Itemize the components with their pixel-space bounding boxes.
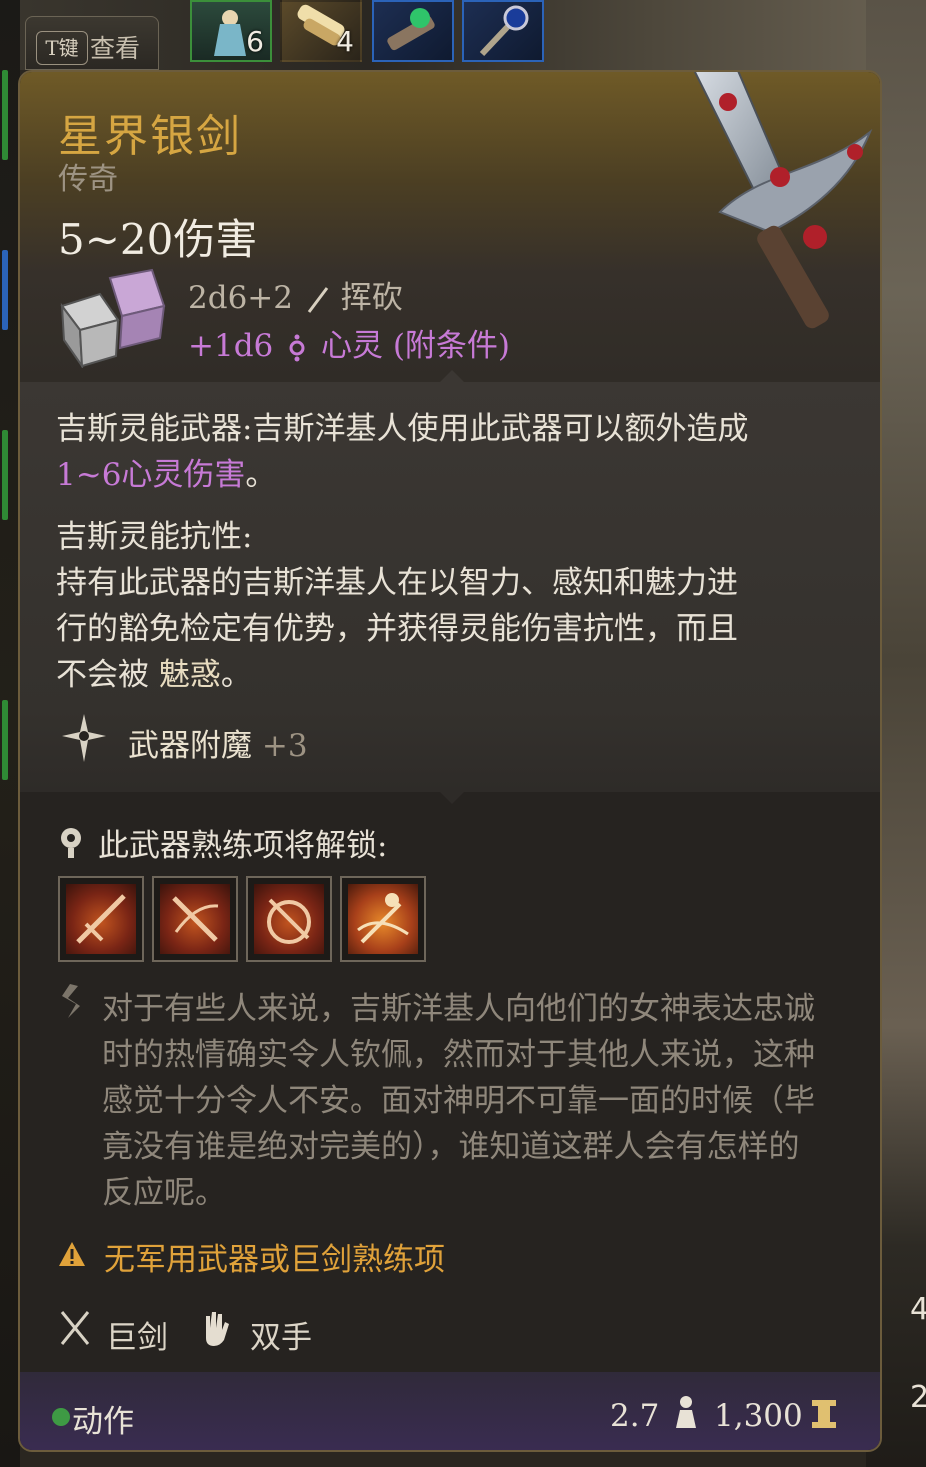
skill-cleave-icon xyxy=(267,898,311,944)
toggle-view-label: 查看 xyxy=(90,34,141,63)
proficiency-warning: 无军用武器或巨剑熟练项 xyxy=(104,1242,445,1278)
left-panel-edge xyxy=(0,0,20,1467)
crossed-swords-icon xyxy=(60,1311,90,1345)
passive-githyanki-weapon: 吉斯灵能武器:吉斯洋基人使用此武器可以额外造成 1~6心灵伤害。 xyxy=(56,411,749,493)
enchant-icon xyxy=(62,714,106,762)
hand-icon xyxy=(206,1312,229,1346)
slot-count: 6 xyxy=(246,25,264,58)
hotbar-slot-1[interactable]: 6 xyxy=(190,0,272,62)
property-greatsword: 巨剑 xyxy=(106,1320,168,1356)
toggle-key-label: T键 xyxy=(36,31,88,65)
passive-githyanki-resistance: 吉斯灵能抗性: 持有此武器的吉斯洋基人在以智力、感知和魅力进 行的豁免检定有优势… xyxy=(56,519,738,693)
damage-line-psychic: +1d6 心灵 (附条件) xyxy=(188,328,511,364)
hotbar-slot-2[interactable]: 4 xyxy=(280,0,362,62)
psychic-icon xyxy=(289,334,305,361)
weapon-enchantment: 武器附魔 +3 xyxy=(128,728,308,764)
skill-rush-icon xyxy=(76,894,126,944)
hotbar-slot-4[interactable] xyxy=(462,0,544,62)
staff-icon xyxy=(479,5,529,57)
action-indicator xyxy=(52,1408,70,1426)
quote-icon xyxy=(62,984,80,1018)
item-value: 1,300 xyxy=(714,1398,803,1434)
flavor-text: 对于有些人来说，吉斯洋基人向他们的女神表达忠诚 时的热情确实令人钦佩，然而对于其… xyxy=(102,991,815,1211)
dice-icon xyxy=(60,268,166,368)
skill-slash-icon xyxy=(172,896,219,942)
skill-slot-1[interactable] xyxy=(58,876,144,962)
side-count-2: 2 xyxy=(910,1380,926,1415)
action-label: 动作 xyxy=(72,1404,134,1440)
skill-slot-2[interactable] xyxy=(152,876,238,962)
weight-icon xyxy=(676,1396,696,1428)
proficiency-icon xyxy=(61,828,81,858)
skill-slot-4[interactable] xyxy=(340,876,426,962)
property-two-handed: 双手 xyxy=(250,1320,312,1356)
slash-icon xyxy=(307,286,329,313)
toggle-view-button[interactable]: T键 查看 xyxy=(25,16,159,70)
green-gem-icon xyxy=(387,8,435,51)
hotbar-slot-3[interactable] xyxy=(372,0,454,62)
gold-icon xyxy=(812,1400,836,1428)
proficiency-unlock-label: 此武器熟练项将解锁: xyxy=(98,828,388,864)
skill-slot-3[interactable] xyxy=(246,876,332,962)
slot-count: 4 xyxy=(336,25,354,58)
item-weight: 2.7 xyxy=(610,1398,660,1434)
sword-image xyxy=(693,72,873,329)
item-damage: 5~20伤害 xyxy=(58,215,258,264)
warning-icon xyxy=(59,1242,85,1266)
item-rarity: 传奇 xyxy=(58,162,118,197)
damage-line-slashing: 2d6+2 挥砍 xyxy=(188,280,403,316)
skill-lacerate-icon xyxy=(357,893,409,944)
side-count-1: 4 xyxy=(910,1292,926,1327)
item-tooltip: 星界银剑 传奇 5~20伤害 2d6+2 挥砍 +1d6 心灵 (附条件) 吉斯… xyxy=(18,70,882,1452)
